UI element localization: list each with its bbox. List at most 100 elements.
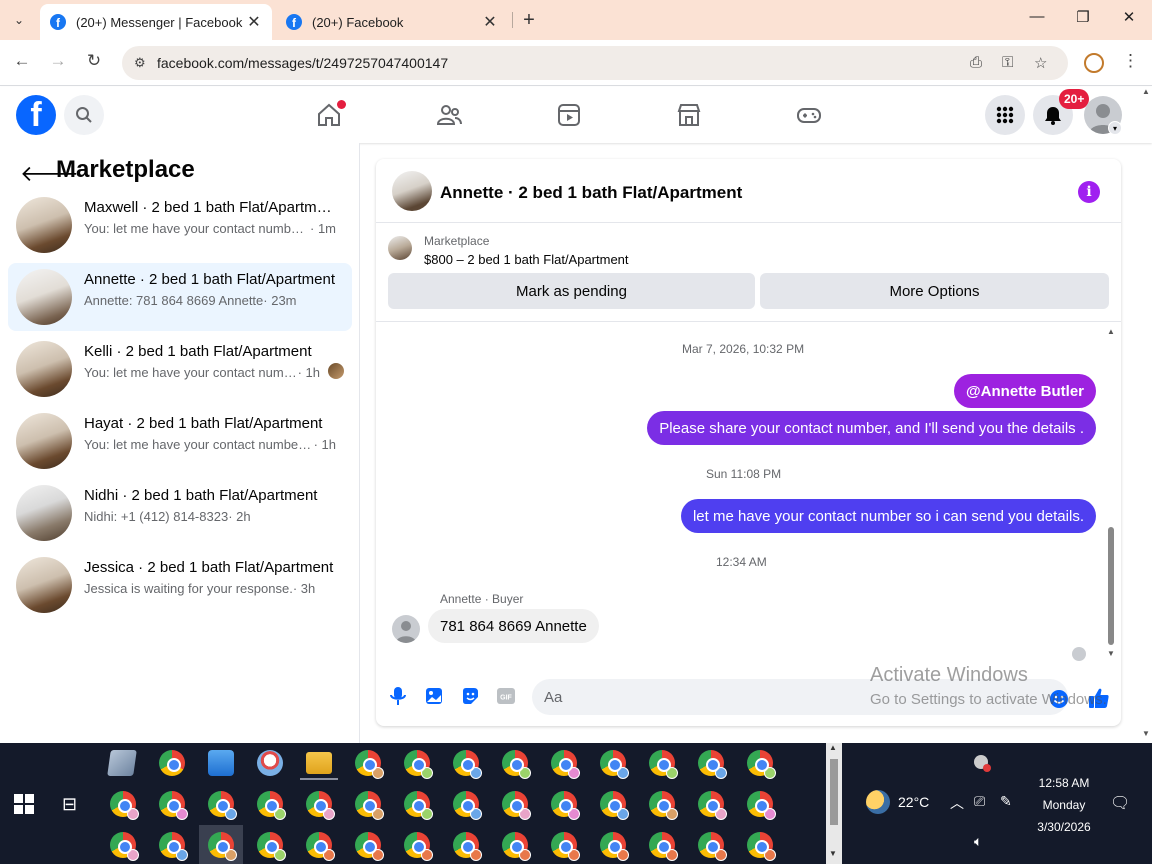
more-options-button[interactable]: More Options — [760, 273, 1109, 309]
taskbar-scroll-down-icon[interactable]: ▼ — [829, 849, 837, 858]
chrome-profile-icon[interactable] — [649, 832, 678, 861]
chrome-profile-icon[interactable] — [551, 791, 580, 820]
chrome-profile-icon[interactable] — [502, 832, 531, 861]
conversation-item-selected[interactable]: Annette · 2 bed 1 bath Flat/Apartment An… — [8, 263, 352, 331]
chrome-profile-icon[interactable] — [208, 791, 237, 820]
close-tab-icon[interactable]: ✕ — [246, 12, 262, 32]
minimize-button[interactable]: — — [1014, 8, 1060, 25]
password-key-icon[interactable]: ⚿ — [1002, 54, 1013, 71]
listing-thumbnail[interactable] — [388, 236, 412, 260]
reload-button[interactable]: ↻ — [82, 51, 106, 71]
bookmark-star-icon[interactable]: ☆ — [1034, 54, 1047, 72]
chrome-profile-icon[interactable] — [600, 750, 629, 779]
chevron-up-icon[interactable]: ︿ — [950, 793, 964, 813]
attach-photo-button[interactable] — [423, 685, 445, 707]
chrome-profile-icon[interactable] — [649, 750, 678, 779]
back-button[interactable]: ← — [10, 51, 34, 71]
chat-listing-avatar[interactable] — [392, 171, 432, 211]
tab-search-dropdown[interactable]: ⌄ — [6, 8, 32, 32]
page-scrollbar[interactable]: ▲ ▼ — [1140, 87, 1152, 743]
paint-app-icon[interactable] — [257, 750, 283, 776]
address-bar[interactable]: ⚙ facebook.com/messages/t/24972570474001… — [122, 46, 1068, 80]
chrome-profile-icon[interactable] — [110, 791, 139, 820]
chrome-profile-icon[interactable] — [551, 750, 580, 779]
chrome-profile-icon[interactable] — [698, 750, 727, 779]
sender-avatar[interactable] — [392, 615, 420, 643]
conversation-item[interactable]: Kelli · 2 bed 1 bath Flat/Apartment You:… — [8, 335, 352, 403]
page-scroll-down-icon[interactable]: ▼ — [1142, 729, 1150, 738]
chrome-profile-icon[interactable] — [600, 832, 629, 861]
file-explorer-icon[interactable] — [306, 752, 332, 774]
chrome-profile-icon[interactable] — [110, 832, 139, 861]
close-window-button[interactable]: ✕ — [1106, 8, 1152, 26]
page-scroll-up-icon[interactable]: ▲ — [1142, 87, 1150, 96]
chevron-down-icon[interactable]: ▾ — [1108, 121, 1122, 135]
new-tab-button[interactable]: + — [518, 9, 540, 32]
volume-icon[interactable]: 🔈︎ — [974, 833, 982, 850]
outgoing-message[interactable]: let me have your contact number so i can… — [680, 499, 1096, 533]
chrome-profile-icon[interactable] — [208, 832, 237, 861]
chrome-profile-icon[interactable] — [159, 832, 188, 861]
incoming-message[interactable]: 781 864 8669 Annette — [428, 609, 599, 643]
tab-facebook[interactable]: f (20+) Facebook ✕ — [276, 4, 508, 40]
chrome-profile-icon[interactable] — [747, 750, 776, 779]
chrome-profile-icon[interactable] — [453, 791, 482, 820]
chrome-profile-icon[interactable] — [502, 791, 531, 820]
conversation-item[interactable]: Maxwell · 2 bed 1 bath Flat/Apartment Yo… — [8, 191, 352, 259]
video-nav-button[interactable] — [555, 101, 583, 129]
facebook-logo-icon[interactable]: f — [16, 95, 56, 135]
conversation-item[interactable]: Jessica · 2 bed 1 bath Flat/Apartment Je… — [8, 551, 352, 619]
close-tab-icon[interactable]: ✕ — [482, 12, 498, 32]
task-view-icon[interactable]: ⊟ — [62, 794, 77, 815]
chrome-profile-icon[interactable] — [453, 750, 482, 779]
network-icon[interactable]: ⎚ — [974, 793, 985, 810]
browser-menu-icon[interactable]: ⋮ — [1122, 51, 1139, 71]
chrome-profile-icon[interactable] — [502, 750, 531, 779]
scroll-thumb[interactable] — [1108, 527, 1114, 645]
chrome-profile-icon[interactable] — [355, 791, 384, 820]
outgoing-message[interactable]: Please share your contact number, and I'… — [647, 411, 1096, 445]
restore-button[interactable]: ❐ — [1060, 8, 1106, 26]
listing-price[interactable]: $800 – 2 bed 1 bath Flat/Apartment — [424, 252, 629, 267]
chrome-profile-icon[interactable] — [306, 791, 335, 820]
taskbar-scroll-thumb[interactable] — [830, 759, 838, 825]
search-button[interactable] — [64, 95, 104, 135]
forward-button[interactable]: → — [46, 51, 70, 71]
voice-clip-button[interactable] — [387, 685, 409, 707]
chrome-profile-icon[interactable] — [453, 832, 482, 861]
chrome-profile-icon[interactable] — [404, 750, 433, 779]
chrome-profile-icon[interactable] — [306, 832, 335, 861]
pen-icon[interactable]: ✎ — [1000, 793, 1012, 810]
conversation-item[interactable]: Hayat · 2 bed 1 bath Flat/Apartment You:… — [8, 407, 352, 475]
sticker-button[interactable] — [459, 685, 481, 707]
marketplace-nav-button[interactable] — [675, 101, 703, 129]
chrome-profile-icon[interactable] — [257, 791, 286, 820]
scroll-up-icon[interactable]: ▲ — [1106, 327, 1116, 336]
chrome-profile-icon[interactable] — [404, 832, 433, 861]
tab-messenger[interactable]: f (20+) Messenger | Facebook ✕ — [40, 4, 272, 40]
chrome-profile-icon[interactable] — [698, 832, 727, 861]
chrome-profile-icon[interactable] — [551, 832, 580, 861]
chrome-profile-icon[interactable] — [355, 750, 384, 779]
friends-nav-button[interactable] — [435, 101, 463, 129]
menu-grid-button[interactable] — [985, 95, 1025, 135]
conversation-item[interactable]: Nidhi · 2 bed 1 bath Flat/Apartment Nidh… — [8, 479, 352, 547]
chrome-profile-icon[interactable] — [257, 832, 286, 861]
gaming-nav-button[interactable] — [795, 101, 823, 129]
browser-profile-icon[interactable] — [1084, 53, 1104, 73]
taskbar-scrollbar[interactable]: ▲ ▼ — [826, 743, 842, 864]
chrome-profile-icon[interactable] — [404, 791, 433, 820]
chrome-profile-icon[interactable] — [355, 832, 384, 861]
chrome-profile-icon[interactable] — [747, 791, 776, 820]
site-settings-icon[interactable]: ⚙ — [134, 55, 146, 71]
windows-start-icon[interactable] — [14, 794, 34, 814]
scroll-down-icon[interactable]: ▼ — [1106, 649, 1116, 658]
taskbar-scroll-up-icon[interactable]: ▲ — [829, 743, 837, 752]
chrome-profile-icon[interactable] — [159, 791, 188, 820]
mark-as-pending-button[interactable]: Mark as pending — [388, 273, 755, 309]
notepad-app-icon[interactable] — [107, 750, 137, 776]
install-app-icon[interactable]: ⎙ — [970, 54, 982, 71]
message-scrollbar[interactable]: ▲ ▼ — [1106, 327, 1116, 658]
network-warning-icon[interactable] — [974, 755, 991, 772]
notification-center-icon[interactable]: 🗨︎ — [1110, 793, 1130, 813]
